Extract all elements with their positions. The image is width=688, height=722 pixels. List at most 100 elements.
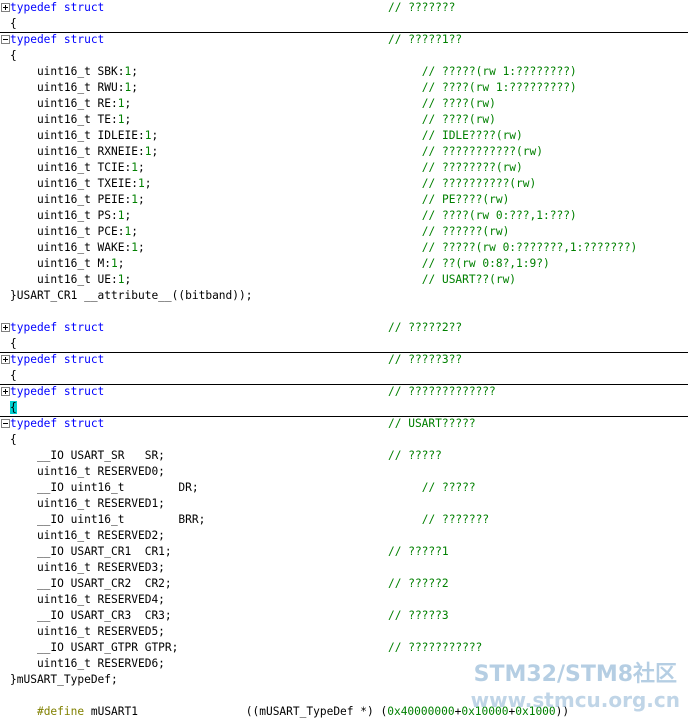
code-text: uint16_t IDLEIE:1; [10, 128, 158, 144]
code-line[interactable]: typedef struct // USART????? [0, 416, 688, 432]
code-line[interactable]: uint16_t RWU:1; // ????(rw 1:?????????) [0, 80, 688, 96]
code-token: { [10, 49, 17, 62]
number-token: 0x40000000 [387, 705, 455, 718]
code-line[interactable]: uint16_t RESERVED4; [0, 592, 688, 608]
code-line[interactable]: { [0, 400, 688, 416]
number-token: 0x1000 [515, 705, 556, 718]
code-text: }mUSART_TypeDef; [10, 672, 118, 688]
keyword-token: typedef struct [10, 385, 105, 398]
fold-collapse-icon[interactable] [1, 35, 10, 44]
code-token: uint16_t PS: [10, 209, 118, 222]
code-line[interactable]: uint16_t WAKE:1; // ?????(rw 0:???????,1:… [0, 240, 688, 256]
code-comment: // ?????3?? [388, 353, 463, 366]
code-line[interactable]: }mUSART_TypeDef; [0, 672, 688, 688]
keyword-token: typedef struct [10, 1, 105, 14]
code-line[interactable]: uint16_t PS:1; // ????(rw 0:???,1:???) [0, 208, 688, 224]
code-line[interactable]: uint16_t RESERVED1; [0, 496, 688, 512]
code-line[interactable]: uint16_t IDLEIE:1; // IDLE????(rw) [0, 128, 688, 144]
code-line[interactable]: }USART_CR1 __attribute__((bitband)); [0, 288, 688, 304]
code-line[interactable]: { [0, 48, 688, 64]
code-token: mUSART1 ((mUSART_TypeDef *) ( [84, 705, 388, 718]
code-text: uint16_t TXEIE:1; [10, 176, 152, 192]
code-comment: // IDLE????(rw) [421, 129, 523, 142]
code-line[interactable]: uint16_t TE:1; // ????(rw) [0, 112, 688, 128]
fold-collapse-icon[interactable] [1, 419, 10, 428]
code-token: ; [124, 97, 132, 110]
code-comment: // ?????2?? [388, 321, 463, 334]
keyword-token: typedef struct [10, 321, 105, 334]
code-comment: // ????????????? [388, 385, 496, 398]
code-line[interactable]: uint16_t TCIE:1; // ????????(rw) [0, 160, 688, 176]
code-token: uint16_t RESERVED5; [10, 625, 165, 638]
code-line[interactable]: __IO uint16_t DR; // ????? [0, 480, 688, 496]
code-line[interactable]: { [0, 16, 688, 32]
code-line[interactable]: uint16_t TXEIE:1; // ??????????(rw) [0, 176, 688, 192]
code-line[interactable]: { [0, 432, 688, 448]
code-token: ; [138, 193, 145, 206]
code-text: uint16_t RESERVED6; [10, 656, 165, 672]
code-line[interactable]: uint16_t RXNEIE:1; // ???????????(rw) [0, 144, 688, 160]
number-token: 1 [131, 161, 138, 174]
code-line[interactable]: uint16_t RE:1; // ????(rw) [0, 96, 688, 112]
code-comment: // ??????????(rw) [421, 177, 537, 190]
highlighted-brace: { [10, 401, 17, 414]
code-line[interactable]: __IO USART_CR3 CR3; // ?????3 [0, 608, 688, 624]
code-text: typedef struct [10, 353, 104, 367]
code-editor[interactable]: typedef struct // ??????? {typedef struct /… [0, 0, 688, 722]
code-token: uint16_t TCIE: [10, 161, 132, 174]
code-token: uint16_t RESERVED1; [10, 497, 165, 510]
number-token: 1 [117, 273, 125, 286]
code-line[interactable]: { [0, 368, 688, 384]
code-token: }mUSART_TypeDef; [10, 673, 118, 686]
code-token: ; [131, 81, 139, 94]
code-line[interactable]: uint16_t RESERVED2; [0, 528, 688, 544]
code-line[interactable]: __IO USART_SR SR; // ????? [0, 448, 688, 464]
code-comment: // ????(rw) [421, 97, 496, 110]
code-token: ; [138, 161, 145, 174]
code-token: uint16_t TXEIE: [10, 177, 138, 190]
code-line[interactable]: #define mUSART1 ((mUSART_TypeDef *) (0x4… [0, 704, 688, 720]
code-line[interactable]: uint16_t UE:1; // USART??(rw) [0, 272, 688, 288]
code-line[interactable]: uint16_t PCE:1; // ??????(rw) [0, 224, 688, 240]
code-line[interactable]: uint16_t M:1; // ??(rw 0:8?,1:9?) [0, 256, 688, 272]
code-token: ; [117, 257, 125, 270]
code-line[interactable]: uint16_t RESERVED3; [0, 560, 688, 576]
code-token: ; [124, 273, 132, 286]
code-token: uint16_t RESERVED0; [10, 465, 165, 478]
code-line[interactable] [0, 688, 688, 704]
code-line[interactable]: uint16_t PEIE:1; // PE????(rw) [0, 192, 688, 208]
code-text: typedef struct [10, 0, 104, 16]
code-text: __IO USART_CR2 CR2; [10, 576, 172, 592]
code-text: uint16_t SBK:1; [10, 64, 138, 80]
code-line[interactable]: typedef struct // ??????? [0, 0, 688, 16]
code-line[interactable]: typedef struct // ?????3?? [0, 352, 688, 368]
code-token: }USART_CR1 __attribute__((bitband)); [10, 289, 253, 302]
code-token: uint16_t SBK: [10, 65, 125, 78]
code-token: uint16_t PEIE: [10, 193, 132, 206]
code-line[interactable]: { [0, 336, 688, 352]
code-comment: // USART????? [388, 417, 476, 430]
code-line[interactable]: typedef struct // ?????2?? [0, 320, 688, 336]
code-text: { [10, 48, 17, 64]
code-token: { [10, 433, 17, 446]
fold-expand-icon[interactable] [1, 355, 10, 364]
code-line[interactable]: typedef struct // ????????????? [0, 384, 688, 400]
code-line[interactable]: __IO uint16_t BRR; // ??????? [0, 512, 688, 528]
fold-expand-icon[interactable] [1, 323, 10, 332]
code-line[interactable]: __IO USART_GTPR GTPR; // ??????????? [0, 640, 688, 656]
code-line[interactable]: uint16_t RESERVED0; [0, 464, 688, 480]
code-line[interactable]: uint16_t RESERVED6; [0, 656, 688, 672]
code-text: #define mUSART1 ((mUSART_TypeDef *) (0x4… [10, 704, 569, 720]
code-line[interactable]: uint16_t RESERVED5; [0, 624, 688, 640]
fold-expand-icon[interactable] [1, 3, 10, 12]
code-text: typedef struct [10, 417, 104, 431]
fold-expand-icon[interactable] [1, 387, 10, 396]
code-line[interactable]: __IO USART_CR2 CR2; // ?????2 [0, 576, 688, 592]
code-line[interactable]: uint16_t SBK:1; // ?????(rw 1:????????) [0, 64, 688, 80]
code-line[interactable]: typedef struct // ?????1?? [0, 32, 688, 48]
code-token: uint16_t RE: [10, 97, 118, 110]
number-token: 1 [117, 97, 125, 110]
code-line[interactable]: __IO USART_CR1 CR1; // ?????1 [0, 544, 688, 560]
code-line[interactable] [0, 304, 688, 320]
